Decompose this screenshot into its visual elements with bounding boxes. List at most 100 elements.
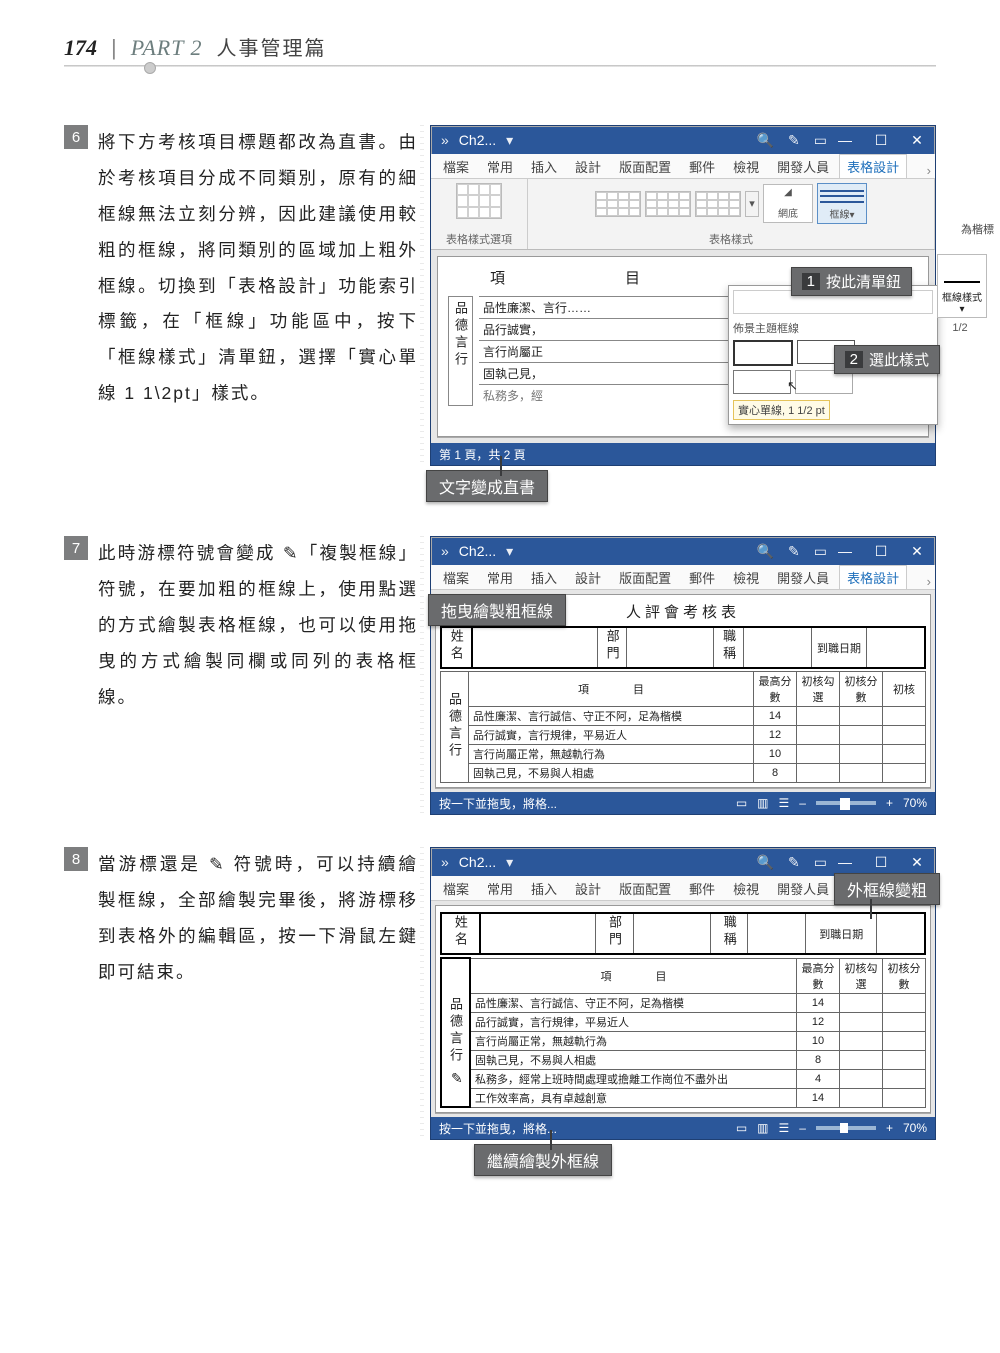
- view-web-icon[interactable]: ☰: [779, 1121, 790, 1135]
- table-style-options-button[interactable]: [456, 183, 502, 219]
- step-number-8: 8: [64, 847, 88, 871]
- close-button[interactable]: ✕: [899, 543, 935, 560]
- table-style-swatch[interactable]: [695, 191, 741, 217]
- close-button[interactable]: ✕: [899, 854, 935, 871]
- table-row: 言行尚屬正常，無越軌行為: [470, 1031, 797, 1050]
- tab-design[interactable]: 設計: [567, 565, 609, 589]
- window-titlebar: » Ch2... ▾ 🔍 ✎ ▭ — ☐ ✕: [431, 126, 935, 154]
- tab-overflow-icon[interactable]: ›: [927, 574, 931, 589]
- table-style-swatch[interactable]: [595, 191, 641, 217]
- borders-button[interactable]: 框線▾: [817, 183, 867, 224]
- tab-file[interactable]: 檔案: [435, 876, 477, 900]
- tab-design[interactable]: 設計: [567, 876, 609, 900]
- zoom-out-icon[interactable]: –: [799, 796, 806, 810]
- zoom-slider[interactable]: [816, 1126, 876, 1130]
- more-icon[interactable]: »: [441, 543, 449, 559]
- tab-home[interactable]: 常用: [479, 154, 521, 178]
- tab-mail[interactable]: 郵件: [681, 565, 723, 589]
- tab-mail[interactable]: 郵件: [681, 876, 723, 900]
- status-drag: 按一下並拖曳，將格...: [439, 795, 557, 812]
- zoom-in-icon[interactable]: +: [886, 796, 893, 810]
- zoom-slider[interactable]: [816, 801, 876, 805]
- view-read-icon[interactable]: ▥: [757, 1121, 768, 1135]
- search-icon[interactable]: 🔍: [757, 854, 774, 871]
- chevron-down-icon[interactable]: ▾: [506, 854, 513, 871]
- pen-icon[interactable]: ✎: [788, 132, 800, 149]
- tab-dev[interactable]: 開發人員: [769, 876, 837, 900]
- screenshot-7: »Ch2...▾ 🔍✎▭ —☐✕ 檔案 常用 插入 設計 版面配置 郵件 檢視 …: [430, 536, 936, 815]
- table-style-swatch[interactable]: [645, 191, 691, 217]
- view-print-icon[interactable]: ▭: [736, 796, 747, 810]
- search-icon[interactable]: 🔍: [757, 132, 774, 149]
- pen-icon[interactable]: ✎: [788, 543, 800, 560]
- maximize-button[interactable]: ☐: [863, 543, 899, 560]
- view-web-icon[interactable]: ☰: [779, 796, 790, 810]
- chevron-down-icon[interactable]: ▾: [506, 132, 513, 149]
- more-icon[interactable]: »: [441, 854, 449, 870]
- tab-home[interactable]: 常用: [479, 876, 521, 900]
- callout-outer-thick: 外框線變粗: [834, 873, 940, 905]
- view-print-icon[interactable]: ▭: [736, 1121, 747, 1135]
- score-table: 品德言行 項 目 最高分數 初核勾選 初核分數 初核 品性廉潔、言行誠信、守正不…: [440, 671, 926, 783]
- close-button[interactable]: ✕: [899, 132, 935, 149]
- maximize-button[interactable]: ☐: [863, 854, 899, 871]
- search-icon[interactable]: 🔍: [757, 543, 774, 560]
- styles-more-icon[interactable]: ▾: [745, 191, 759, 217]
- tab-view[interactable]: 檢視: [725, 565, 767, 589]
- tab-dev[interactable]: 開發人員: [769, 565, 837, 589]
- callout-2: 2選此樣式: [834, 345, 940, 374]
- table-row: 品性廉潔、言行誠信、守正不阿，足為楷模: [470, 993, 797, 1012]
- tab-insert[interactable]: 插入: [523, 876, 565, 900]
- status-drag: 按一下並拖曳，將格...: [439, 1120, 557, 1137]
- status-page: 第 1 頁，共 2 頁: [439, 446, 526, 463]
- border-style-item[interactable]: [733, 340, 793, 366]
- tab-home[interactable]: 常用: [479, 565, 521, 589]
- shading-button[interactable]: ◢網底: [763, 184, 813, 223]
- tab-view[interactable]: 檢視: [725, 876, 767, 900]
- tab-overflow-icon[interactable]: ›: [927, 163, 931, 178]
- window-icon[interactable]: ▭: [814, 543, 827, 560]
- brush-cursor-icon: ✎: [451, 1070, 463, 1087]
- table-row: 固執己見，不易與人相處: [469, 764, 754, 783]
- ribbon: 表格樣式選項 ▾ ◢網底 框線▾ 表格樣式: [431, 179, 935, 250]
- tab-table-design[interactable]: 表格設計: [839, 154, 907, 178]
- zoom-value: 70%: [903, 796, 927, 810]
- minimize-button[interactable]: —: [827, 543, 863, 560]
- callout-continue: 繼續繪製外框線: [474, 1144, 612, 1176]
- zoom-out-icon[interactable]: –: [799, 1121, 806, 1135]
- callout-1: 1按此清單鈕: [791, 267, 912, 296]
- tab-table-design[interactable]: 表格設計: [839, 565, 907, 589]
- tab-layout[interactable]: 版面配置: [611, 876, 679, 900]
- tab-design[interactable]: 設計: [567, 154, 609, 178]
- window-icon[interactable]: ▭: [814, 132, 827, 149]
- ribbon-group-options: 表格樣式選項: [431, 179, 528, 249]
- table-row: 品行誠實，言行規律，平易近人: [469, 726, 754, 745]
- window-icon[interactable]: ▭: [814, 854, 827, 871]
- table-row: 品行誠實，言行規律，平易近人: [470, 1012, 797, 1031]
- minimize-button[interactable]: —: [827, 132, 863, 149]
- callout-drag-thick: 拖曳繪製粗框線: [428, 594, 566, 626]
- doc-title: Ch2...: [459, 132, 496, 148]
- chevron-down-icon[interactable]: ▾: [506, 543, 513, 560]
- outer-table-thick: 姓名 部門 職稱 到職日期: [440, 912, 926, 955]
- tab-dev[interactable]: 開發人員: [769, 154, 837, 178]
- pen-icon[interactable]: ✎: [788, 854, 800, 871]
- tab-layout[interactable]: 版面配置: [611, 154, 679, 178]
- tab-file[interactable]: 檔案: [435, 154, 477, 178]
- border-style-item[interactable]: [733, 370, 791, 394]
- tab-insert[interactable]: 插入: [523, 565, 565, 589]
- score-table: 品德言行 項 目 最高分數 初核勾選 初核分數 品性廉潔、言行誠信、守正不阿，足…: [440, 957, 926, 1108]
- maximize-button[interactable]: ☐: [863, 132, 899, 149]
- tab-insert[interactable]: 插入: [523, 154, 565, 178]
- view-read-icon[interactable]: ▥: [757, 796, 768, 810]
- running-head: 174 | PART 2 人事管理篇: [64, 32, 936, 61]
- tab-file[interactable]: 檔案: [435, 565, 477, 589]
- tab-view[interactable]: 檢視: [725, 154, 767, 178]
- minimize-button[interactable]: —: [827, 854, 863, 871]
- more-icon[interactable]: »: [441, 132, 449, 148]
- tab-layout[interactable]: 版面配置: [611, 565, 679, 589]
- tab-mail[interactable]: 郵件: [681, 154, 723, 178]
- step-number-7: 7: [64, 536, 88, 560]
- border-style-dropdown[interactable]: 框線樣式▾: [937, 254, 987, 318]
- zoom-in-icon[interactable]: +: [886, 1121, 893, 1135]
